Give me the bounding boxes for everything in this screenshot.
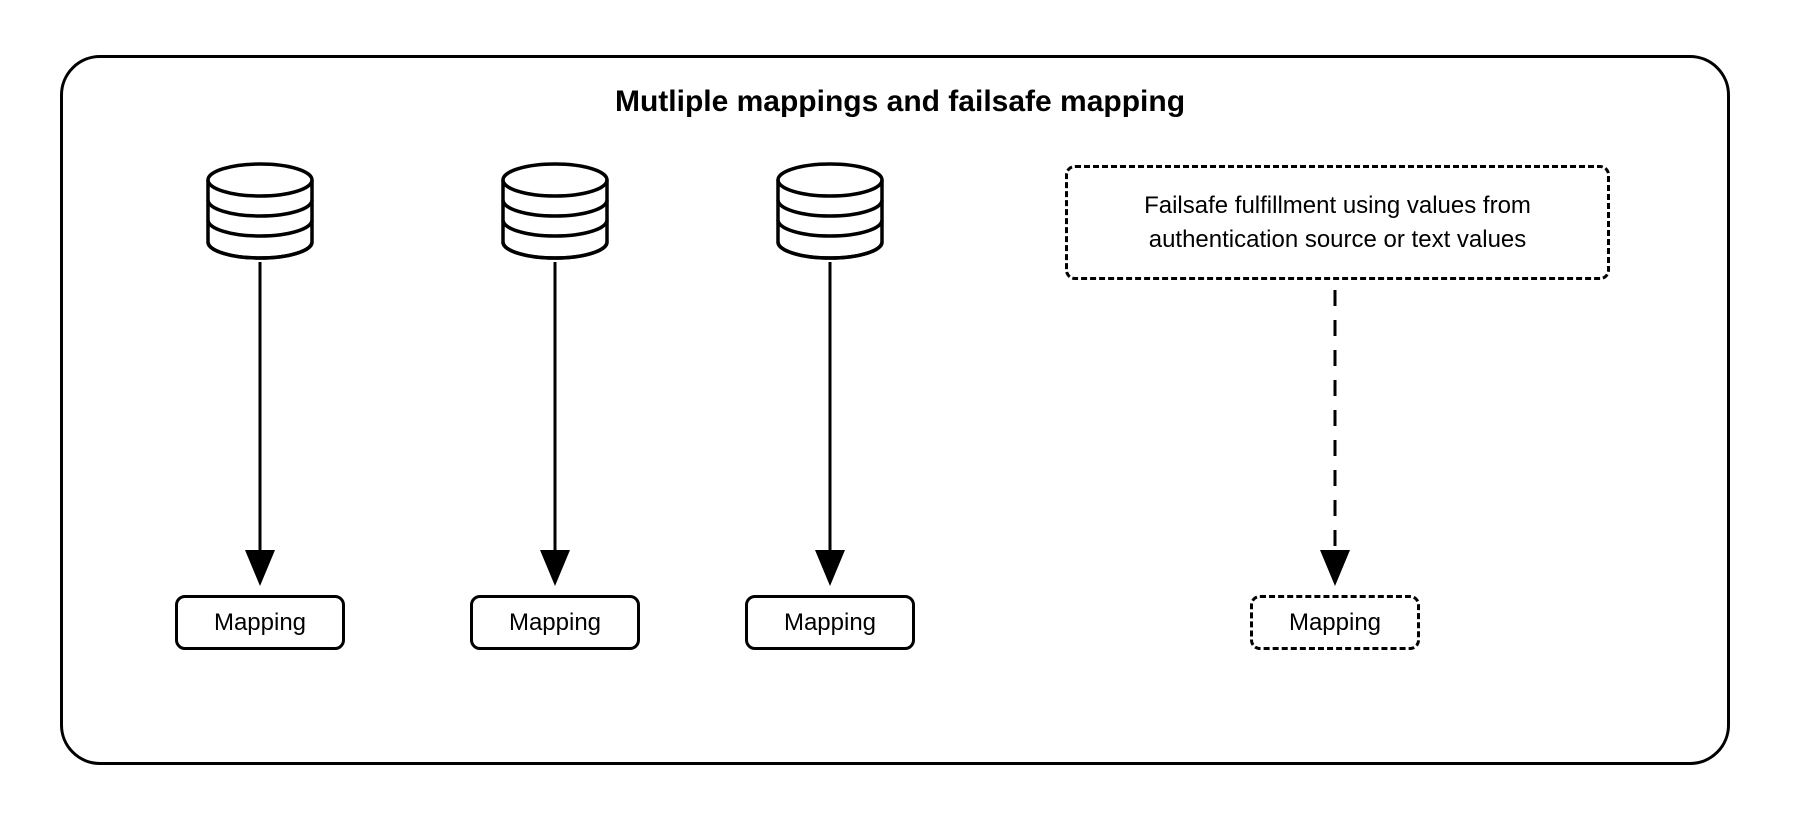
mapping-label: Mapping bbox=[784, 609, 876, 637]
failsafe-source-box: Failsafe fulfillment using values from a… bbox=[1065, 165, 1610, 280]
mapping-box: Mapping bbox=[470, 595, 640, 650]
mapping-box: Mapping bbox=[745, 595, 915, 650]
mapping-label: Mapping bbox=[1289, 609, 1381, 637]
mapping-box-failsafe: Mapping bbox=[1250, 595, 1420, 650]
diagram-title: Mutliple mappings and failsafe mapping bbox=[0, 85, 1800, 119]
failsafe-text: Failsafe fulfillment using values from a… bbox=[1088, 189, 1587, 256]
mapping-label: Mapping bbox=[214, 609, 306, 637]
mapping-label: Mapping bbox=[509, 609, 601, 637]
mapping-box: Mapping bbox=[175, 595, 345, 650]
diagram-container bbox=[60, 55, 1730, 765]
